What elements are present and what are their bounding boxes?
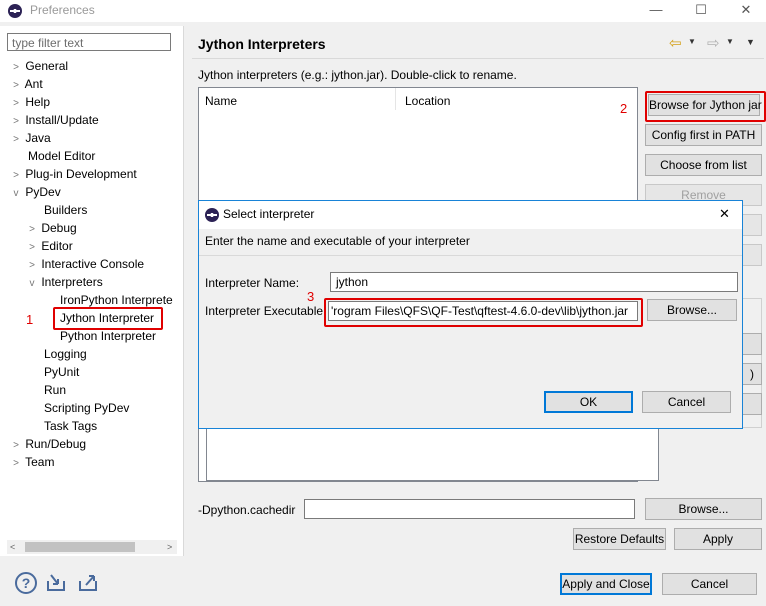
tree-item-help[interactable]: > Help bbox=[10, 93, 50, 111]
scroll-right-icon[interactable]: > bbox=[167, 540, 172, 554]
tree-item-java[interactable]: > Java bbox=[10, 129, 51, 147]
tree-item-install-update[interactable]: > Install/Update bbox=[10, 111, 99, 129]
partial-button-4[interactable]: ) bbox=[742, 363, 762, 385]
tree-item-python-interpreter[interactable]: Python Interpreter bbox=[60, 327, 156, 345]
dialog-browse-button[interactable]: Browse... bbox=[647, 299, 737, 321]
partial-button-5[interactable] bbox=[742, 393, 762, 415]
chevron-right-icon[interactable]: > bbox=[10, 131, 22, 149]
tree-item-debug[interactable]: > Debug bbox=[26, 219, 77, 237]
dialog-separator bbox=[199, 255, 742, 256]
view-menu-icon[interactable]: ▼ bbox=[746, 37, 755, 47]
chevron-down-icon[interactable]: v bbox=[26, 275, 38, 293]
apply-and-close-button[interactable]: Apply and Close bbox=[560, 573, 652, 595]
partial-button-2[interactable] bbox=[740, 244, 762, 266]
forward-dropdown-icon[interactable]: ▼ bbox=[726, 37, 734, 46]
restore-defaults-button[interactable]: Restore Defaults bbox=[573, 528, 666, 550]
partial-button-3[interactable] bbox=[742, 333, 762, 355]
tree-item-model-editor[interactable]: Model Editor bbox=[28, 147, 95, 165]
tree-item-interactive-console[interactable]: > Interactive Console bbox=[26, 255, 144, 273]
title-separator bbox=[192, 58, 764, 59]
filter-input[interactable]: type filter text bbox=[7, 33, 171, 51]
tree-item-ant[interactable]: > Ant bbox=[10, 75, 43, 93]
tree-item-task-tags[interactable]: Task Tags bbox=[44, 417, 97, 435]
annotation-number-2: 2 bbox=[620, 101, 628, 116]
scrollbar-thumb[interactable] bbox=[25, 542, 135, 552]
tree-item-pydev[interactable]: v PyDev bbox=[10, 183, 61, 201]
panel-divider[interactable] bbox=[183, 26, 184, 556]
import-icon[interactable] bbox=[46, 573, 66, 591]
column-header-location[interactable]: Location bbox=[405, 94, 450, 108]
tree-item-logging[interactable]: Logging bbox=[44, 345, 87, 363]
config-first-in-path-button[interactable]: Config first in PATH bbox=[645, 124, 762, 146]
eclipse-icon bbox=[8, 4, 22, 18]
page-description: Jython interpreters (e.g.: jython.jar). … bbox=[198, 68, 517, 82]
dialog-cancel-button[interactable]: Cancel bbox=[642, 391, 731, 413]
apply-button[interactable]: Apply bbox=[674, 528, 762, 550]
choose-from-list-button[interactable]: Choose from list bbox=[645, 154, 762, 176]
export-icon[interactable] bbox=[78, 573, 98, 591]
window-title: Preferences bbox=[30, 3, 95, 17]
back-dropdown-icon[interactable]: ▼ bbox=[688, 37, 696, 46]
tree-item-interpreters[interactable]: v Interpreters bbox=[26, 273, 103, 291]
dialog-title-bar: Select interpreter ✕ bbox=[199, 201, 742, 229]
close-button[interactable]: ✕ bbox=[724, 0, 766, 22]
tree-item-pyunit[interactable]: PyUnit bbox=[44, 363, 79, 381]
annotation-number-3: 3 bbox=[307, 289, 315, 304]
browse-jython-jar-button[interactable]: Browse for Jython jar bbox=[648, 94, 762, 116]
page-title: Jython Interpreters bbox=[198, 36, 326, 52]
title-bar: Preferences — ☐ ✕ bbox=[0, 0, 766, 22]
tree-item-builders[interactable]: Builders bbox=[44, 201, 87, 219]
cachedir-label: -Dpython.cachedir bbox=[198, 503, 296, 517]
forward-arrow-icon[interactable]: ⇨ bbox=[707, 34, 720, 52]
scroll-left-icon[interactable]: < bbox=[10, 540, 15, 554]
tree-item-general[interactable]: > General bbox=[10, 57, 68, 75]
eclipse-icon bbox=[205, 208, 219, 222]
dialog-close-button[interactable]: ✕ bbox=[719, 206, 730, 222]
annotation-number-1: 1 bbox=[26, 312, 34, 327]
tree-item-editor[interactable]: > Editor bbox=[26, 237, 73, 255]
cancel-button[interactable]: Cancel bbox=[662, 573, 757, 595]
column-divider[interactable] bbox=[395, 88, 396, 110]
tree-item-plugin-development[interactable]: > Plug-in Development bbox=[10, 165, 137, 183]
maximize-button[interactable]: ☐ bbox=[679, 0, 723, 22]
chevron-right-icon[interactable]: > bbox=[10, 455, 22, 473]
tree-item-scripting-pydev[interactable]: Scripting PyDev bbox=[44, 399, 129, 417]
tree-horizontal-scrollbar[interactable]: < > bbox=[7, 540, 177, 554]
interpreter-executable-label: Interpreter Executable: bbox=[205, 304, 327, 318]
help-icon[interactable]: ? bbox=[15, 572, 37, 594]
interpreter-executable-input[interactable]: 'rogram Files\QFS\QF-Test\qftest-4.6.0-d… bbox=[328, 301, 638, 321]
interpreter-name-input[interactable]: jython bbox=[330, 272, 738, 292]
tree-item-run[interactable]: Run bbox=[44, 381, 66, 399]
cachedir-browse-button[interactable]: Browse... bbox=[645, 498, 762, 520]
select-interpreter-dialog: Select interpreter ✕ Enter the name and … bbox=[198, 200, 743, 429]
partial-button-1[interactable] bbox=[740, 214, 762, 236]
back-arrow-icon[interactable]: ⇦ bbox=[669, 34, 682, 52]
tree-item-team[interactable]: > Team bbox=[10, 453, 54, 471]
dialog-instruction: Enter the name and executable of your in… bbox=[205, 234, 470, 248]
dialog-title: Select interpreter bbox=[223, 207, 315, 221]
column-header-name[interactable]: Name bbox=[205, 94, 237, 108]
interpreter-name-label: Interpreter Name: bbox=[205, 276, 300, 290]
chevron-down-icon[interactable]: v bbox=[10, 185, 22, 203]
minimize-button[interactable]: — bbox=[634, 0, 678, 22]
tree-item-run-debug[interactable]: > Run/Debug bbox=[10, 435, 86, 453]
cachedir-input[interactable] bbox=[304, 499, 635, 519]
tree-item-jython-interpreter[interactable]: Jython Interpreter bbox=[60, 309, 154, 327]
libraries-list[interactable] bbox=[206, 428, 659, 481]
dialog-ok-button[interactable]: OK bbox=[544, 391, 633, 413]
